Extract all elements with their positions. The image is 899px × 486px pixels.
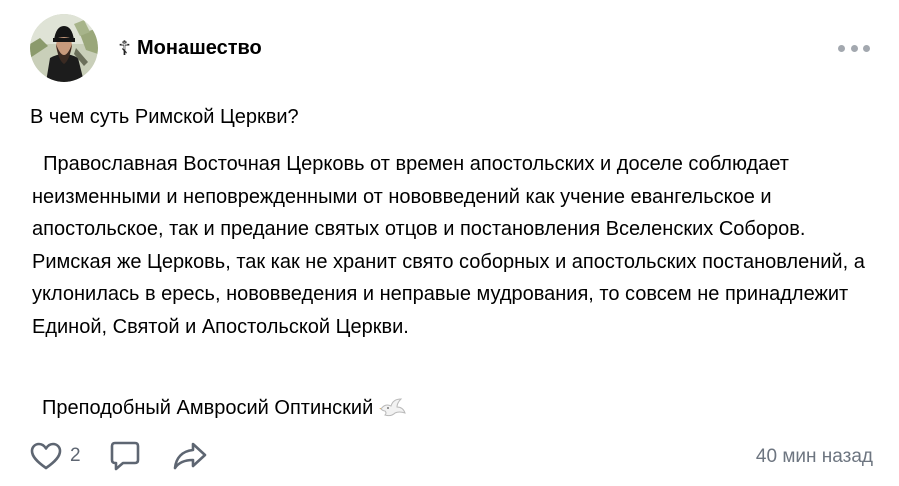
heart-icon xyxy=(30,442,62,470)
share-button[interactable] xyxy=(173,441,207,471)
more-horizontal-icon-dot xyxy=(863,44,870,52)
post-card: ☦ Монашество В чем суть Римской Церкви? … xyxy=(0,0,899,486)
like-count: 2 xyxy=(70,445,81,466)
orthodox-cross-icon: ☦ xyxy=(118,37,131,60)
post-title: В чем суть Римской Церкви? xyxy=(30,106,299,128)
post-header: ☦ Монашество xyxy=(30,14,262,82)
post-timestamp[interactable]: 40 мин назад xyxy=(756,446,873,468)
post-signature: Преподобный Амвросий Оптинский xyxy=(42,393,407,423)
avatar-image xyxy=(30,14,98,82)
community-name: Монашество xyxy=(137,36,262,59)
comment-icon xyxy=(110,441,139,471)
more-horizontal-icon-dot xyxy=(850,44,858,52)
more-options-button[interactable] xyxy=(838,38,870,58)
more-horizontal-icon xyxy=(838,44,845,52)
community-avatar[interactable] xyxy=(30,14,98,82)
share-icon xyxy=(173,442,206,470)
post-actions: 2 xyxy=(30,439,207,473)
community-name-link[interactable]: ☦ Монашество xyxy=(118,36,262,61)
signature-text: Преподобный Амвросий Оптинский xyxy=(42,397,374,419)
post-text: Православная Восточная Церковь от времен… xyxy=(32,153,871,338)
like-button[interactable]: 2 xyxy=(30,442,81,470)
dove-icon xyxy=(379,397,407,419)
comment-button[interactable] xyxy=(109,440,141,472)
